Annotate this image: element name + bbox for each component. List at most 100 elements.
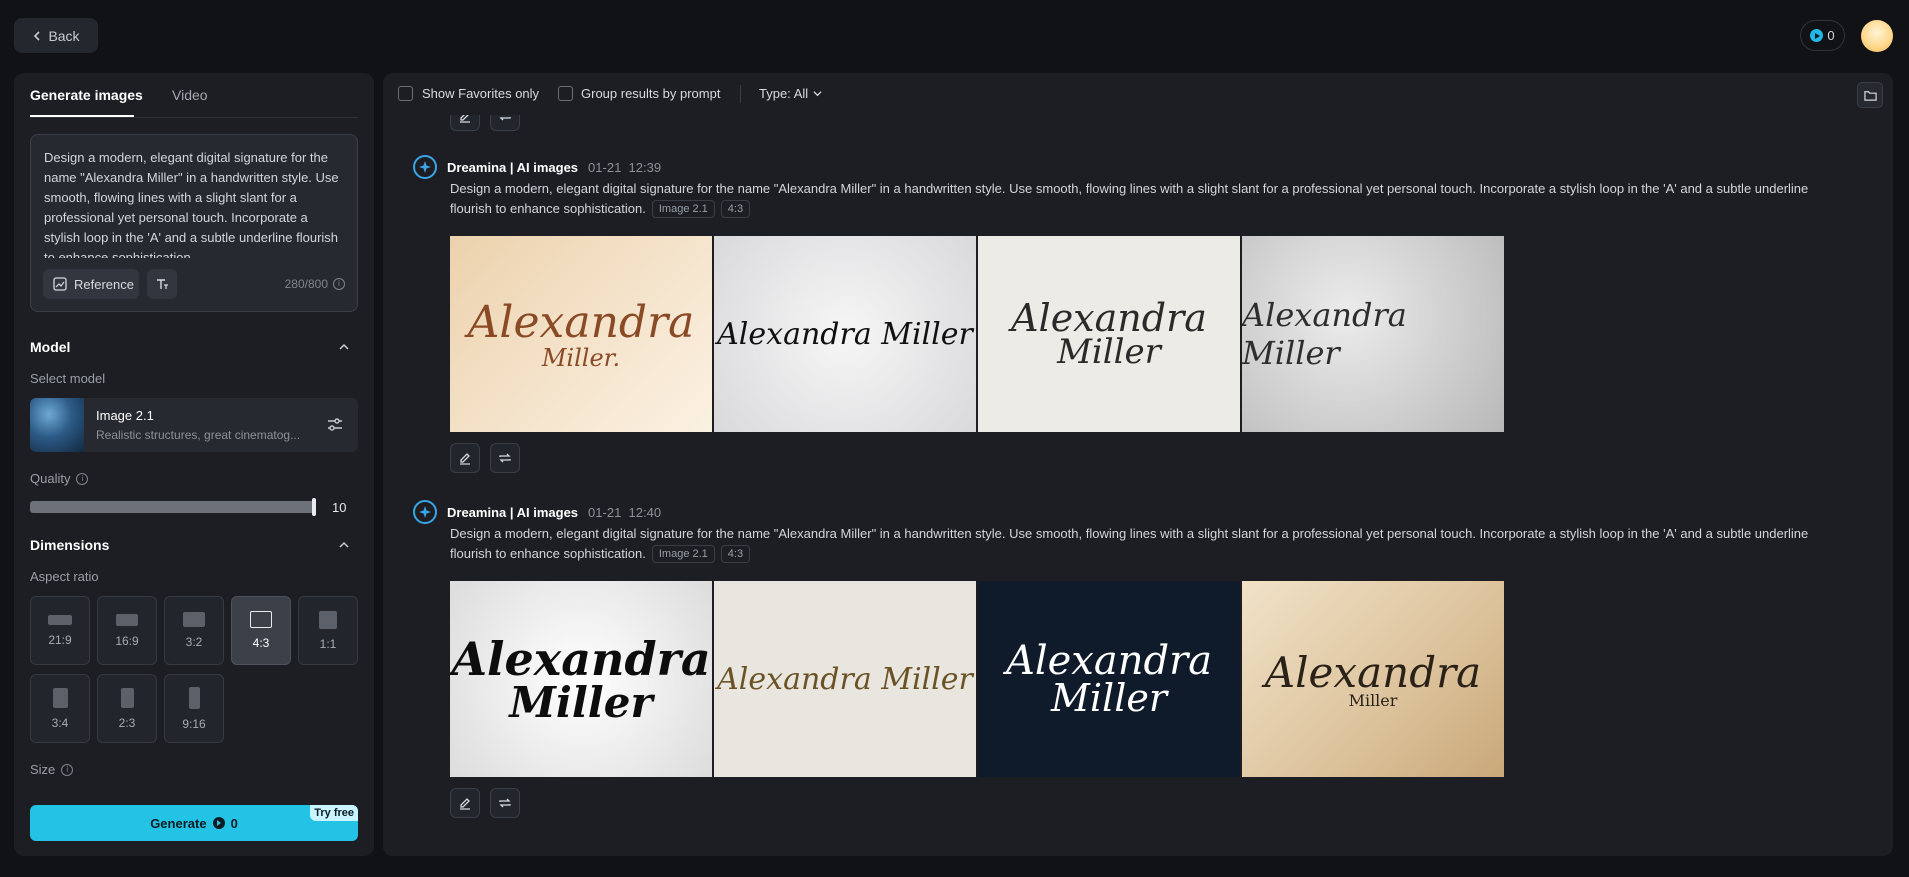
ratio-2-3[interactable]: 2:3 — [97, 674, 157, 743]
group-label[interactable]: Group results by prompt — [581, 86, 720, 101]
model-tag: Image 2.1 — [651, 200, 715, 218]
signature-line-2: Miller. — [541, 343, 621, 372]
generated-image[interactable]: Alexandra Miller. — [450, 236, 712, 432]
generated-image[interactable]: Alexandra Miller — [714, 236, 976, 432]
model-description: Realistic structures, great cinematog... — [96, 428, 301, 442]
group-checkbox[interactable] — [558, 86, 573, 101]
pencil-icon — [460, 798, 470, 810]
repeat-icon — [499, 453, 511, 463]
folder-icon — [1863, 90, 1877, 101]
quality-label: Quality i — [30, 471, 89, 486]
ratio-9-16[interactable]: 9:16 — [164, 674, 224, 743]
ratio-label: 1:1 — [319, 636, 337, 651]
mode-tabs: Generate images Video — [30, 73, 358, 118]
generated-image[interactable]: Alexandra Miller — [978, 581, 1240, 777]
generate-cost: 0 — [230, 815, 238, 831]
model-thumbnail — [30, 398, 84, 452]
signature-line-2: Miller — [1348, 691, 1398, 710]
sliders-icon[interactable] — [326, 416, 344, 434]
results-panel: Show Favorites only Group results by pro… — [383, 73, 1893, 856]
generated-image[interactable]: Alexandra Miller — [450, 581, 712, 777]
ratio-3-2[interactable]: 3:2 — [164, 596, 224, 665]
signature-line-2: Miller — [509, 677, 653, 727]
ratio-label: 9:16 — [182, 716, 206, 731]
text-icon — [157, 279, 168, 289]
ratio-9-16-icon — [188, 686, 200, 709]
credits-badge[interactable]: 0 — [1800, 20, 1845, 51]
result-source: Dreamina | AI images — [447, 159, 579, 175]
type-dropdown[interactable]: Type: All — [759, 86, 822, 101]
model-name: Image 2.1 — [96, 408, 154, 423]
ratio-2-3-icon — [120, 687, 134, 708]
ratio-3-4-icon — [52, 687, 68, 708]
signature-line-1: Alexandra — [467, 296, 695, 348]
info-icon[interactable]: i — [61, 763, 74, 776]
ratio-1-1[interactable]: 1:1 — [298, 596, 358, 665]
regenerate-button[interactable] — [490, 788, 520, 818]
result-date: 01-21 12:39 — [588, 159, 662, 175]
ratio-16-9[interactable]: 16:9 — [97, 596, 157, 665]
tab-generate-images[interactable]: Generate images — [30, 87, 143, 103]
dimensions-section-title: Dimensions — [30, 537, 110, 553]
ratio-label: 16:9 — [115, 633, 139, 648]
avatar[interactable] — [1861, 20, 1893, 52]
generated-image[interactable]: Alexandra Miller — [1242, 581, 1504, 777]
edit-button[interactable] — [450, 443, 480, 473]
try-free-badge: Try free — [310, 805, 358, 821]
prompt-input[interactable]: Design a modern, elegant digital signatu… — [30, 134, 358, 312]
chevron-up-icon[interactable] — [339, 342, 349, 352]
back-button[interactable]: Back — [14, 18, 98, 53]
generate-button[interactable]: Generate 0 Try free — [30, 805, 358, 841]
signature-line-1: Alexandra Miller — [717, 661, 973, 697]
chevron-up-icon[interactable] — [339, 540, 349, 550]
generation-panel: Generate images Video Design a modern, e… — [14, 73, 374, 856]
result-group-header: Dreamina | AI images 01-21 12:39 — [413, 155, 661, 179]
edit-button[interactable] — [450, 788, 480, 818]
aspect-ratio-label: Aspect ratio — [30, 569, 99, 584]
favorites-label[interactable]: Show Favorites only — [422, 86, 539, 101]
chevron-left-icon — [34, 30, 41, 41]
folder-button[interactable] — [1857, 82, 1883, 108]
signature-line-1: Alexandra Miller — [1242, 296, 1407, 372]
quality-value: 10 — [332, 500, 347, 515]
quality-slider-handle[interactable] — [312, 498, 316, 516]
ratio-tag: 4:3 — [720, 200, 751, 218]
ratio-label: 21:9 — [48, 632, 72, 647]
reference-button[interactable]: Reference — [43, 269, 139, 299]
ratio-label: 3:4 — [51, 715, 69, 730]
generated-image[interactable]: Alexandra Miller — [714, 581, 976, 777]
result-actions — [450, 443, 520, 473]
back-label: Back — [48, 27, 80, 44]
pencil-icon — [460, 453, 470, 465]
text-style-button[interactable] — [147, 269, 177, 299]
ratio-4-3[interactable]: 4:3 — [231, 596, 291, 665]
ratio-label: 2:3 — [118, 715, 136, 730]
repeat-icon — [499, 798, 511, 808]
model-tag: Image 2.1 — [651, 545, 715, 563]
filter-divider — [740, 85, 741, 103]
credit-coin-icon — [212, 817, 225, 829]
ratio-3-4[interactable]: 3:4 — [30, 674, 90, 743]
ratio-21-9-icon — [48, 614, 72, 625]
active-tab-indicator — [30, 115, 134, 117]
ratio-21-9[interactable]: 21:9 — [30, 596, 90, 665]
info-icon[interactable]: i — [76, 472, 89, 485]
credit-coin-icon — [1810, 29, 1824, 42]
char-count-value: 280/800 — [284, 277, 328, 291]
result-prompt: Design a modern, elegant digital signatu… — [450, 524, 1850, 564]
favorites-checkbox[interactable] — [398, 86, 413, 101]
filter-bar: Show Favorites only Group results by pro… — [383, 73, 1893, 115]
model-selector[interactable]: Image 2.1 Realistic structures, great ci… — [30, 398, 358, 452]
info-icon[interactable]: i — [333, 278, 345, 290]
prompt-text[interactable]: Design a modern, elegant digital signatu… — [44, 148, 344, 258]
tab-video[interactable]: Video — [172, 87, 208, 103]
reference-label: Reference — [74, 276, 134, 292]
generated-image[interactable]: Alexandra Miller — [978, 236, 1240, 432]
regenerate-button[interactable] — [490, 443, 520, 473]
chevron-down-icon — [813, 91, 822, 97]
generated-image[interactable]: Alexandra Miller — [1242, 236, 1504, 432]
result-date: 01-21 12:40 — [588, 504, 662, 520]
model-section-title: Model — [30, 339, 71, 355]
quality-slider[interactable] — [30, 501, 316, 513]
dreamina-logo-icon — [413, 155, 437, 179]
